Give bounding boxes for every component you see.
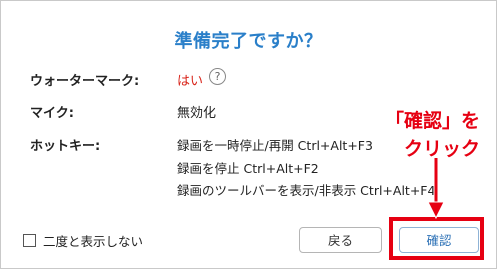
mic-label: マイク: [30, 106, 74, 121]
hotkey-line: 録画を停止 Ctrl+Alt+F2 [177, 161, 319, 176]
dont-show-again-option[interactable]: 二度と表示しない [23, 231, 143, 250]
mic-value: 無効化 [177, 106, 217, 121]
watermark-label: ウォーターマーク: [30, 74, 140, 89]
annotation-line1: 「確認」を [385, 110, 481, 132]
annotation-line2: クリック [404, 138, 481, 160]
hotkey-line: 録画のツールバーを表示/非表示 Ctrl+Alt+F4 [177, 183, 436, 198]
question-circle-icon[interactable]: ? [209, 68, 226, 85]
dont-show-again-checkbox[interactable] [23, 234, 36, 247]
watermark-value: はい [177, 74, 204, 89]
back-button[interactable]: 戻る [299, 227, 382, 253]
dialog-title: 準備完了ですか？ [174, 31, 323, 52]
arrow-down-icon [427, 158, 445, 220]
confirm-highlight-box [389, 217, 484, 260]
hotkey-line: 録画を一時停止/再開 Ctrl+Alt+F3 [177, 138, 373, 153]
dont-show-again-label: 二度と表示しない [43, 234, 144, 249]
hotkey-label: ホットキー: [30, 139, 101, 154]
